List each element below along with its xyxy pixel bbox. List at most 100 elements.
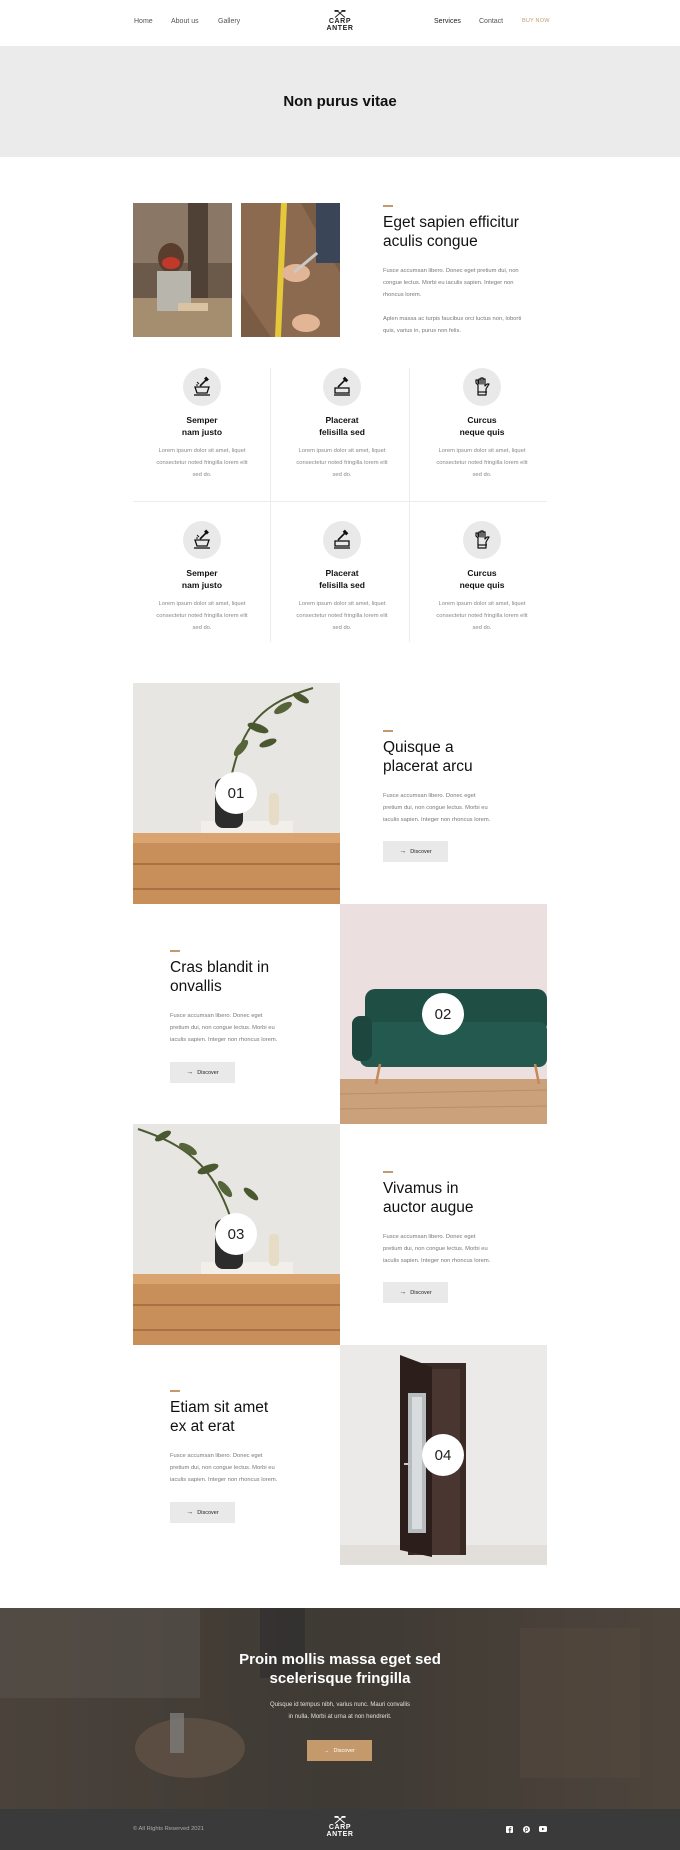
feature-card: Curcus neque quis Lorem ipsum dolor sit am…: [408, 521, 556, 634]
cta-text-line: in nulla. Morbi at urna at non hendrerit…: [288, 1714, 392, 1720]
mortar-pestle-icon: [183, 521, 221, 559]
measuring-photo: [241, 203, 340, 337]
cta-title-line: scelerisque fringilla: [269, 1670, 411, 1687]
nav-about-link[interactable]: About us: [171, 18, 199, 25]
item-title-line: Quisque a: [383, 739, 454, 756]
facebook-icon[interactable]: [505, 1825, 513, 1833]
crossed-hammers-icon: [334, 10, 346, 18]
feature-title-line: Semper: [186, 568, 218, 578]
feature-description-line: Lorem ipsum dolor sit amet, liquet: [158, 448, 246, 454]
feature-description-line: consectetur noted fringilla lorem elit: [156, 460, 248, 466]
feature-description-line: consectetur noted fringilla lorem elit: [436, 460, 528, 466]
cta-discover-button[interactable]: → Discover: [307, 1740, 372, 1761]
arrow-right-icon: →: [324, 1747, 330, 1754]
footer-logo-line: CARP: [328, 1824, 352, 1831]
discover-button-label: Discover: [197, 1509, 219, 1516]
footer-logo[interactable]: CARP ANTER: [320, 1816, 360, 1838]
item-text-line: Fusce accumsan libero. Donec eget: [170, 1453, 263, 1459]
youtube-icon[interactable]: [539, 1825, 547, 1833]
feature-description-line: sed do.: [192, 472, 212, 478]
glove-icon: [463, 368, 501, 406]
intro-title: Eget sapien efficitur aculis congue: [383, 213, 519, 251]
plane-tool-icon: [323, 368, 361, 406]
feature-title: Semper nam justo: [128, 567, 276, 591]
copyright-text: © All Rights Reserved 2021: [133, 1826, 204, 1832]
feature-description-line: sed do.: [472, 625, 492, 631]
feature-title-line: Semper: [186, 415, 218, 425]
feature-title-line: felisilla sed: [319, 427, 365, 437]
discover-button-label: Discover: [410, 1289, 432, 1296]
discover-button[interactable]: → Discover: [383, 841, 448, 862]
discover-button-label: Discover: [197, 1069, 219, 1076]
feature-description-line: sed do.: [472, 472, 492, 478]
intro-accent-line: [383, 205, 393, 207]
nav-contact-link[interactable]: Contact: [479, 18, 503, 25]
item-text-line: Fusce accumsan libero. Donec eget: [383, 1234, 476, 1240]
item-title-line: Vivamus in: [383, 1180, 459, 1197]
feature-title-line: Placerat: [325, 568, 359, 578]
discover-button[interactable]: → Discover: [170, 1502, 235, 1523]
feature-title: Curcus neque quis: [408, 414, 556, 438]
nav-services-link[interactable]: Services: [434, 18, 461, 25]
top-navigation: Home About us Gallery CARP ANTER Service…: [0, 0, 680, 46]
feature-description-line: Lorem ipsum dolor sit amet, liquet: [158, 601, 246, 607]
item-text: Fusce accumsan libero. Donec eget pretiu…: [170, 1450, 277, 1486]
item-title-line: onvallis: [170, 978, 222, 995]
item-text-line: Fusce accumsan libero. Donec eget: [170, 1013, 263, 1019]
intro-paragraph-1-line: congue lectus. Morbi eu iaculis sapien. …: [383, 280, 514, 286]
discover-button[interactable]: → Discover: [383, 1282, 448, 1303]
pinterest-icon[interactable]: [522, 1825, 530, 1833]
intro-paragraph-1-line: rhoncus lorem.: [383, 292, 422, 298]
plane-tool-icon: [323, 521, 361, 559]
cta-button-label: Discover: [333, 1747, 355, 1754]
intro-paragraph-1: Fusce accumsan libero. Donec eget pretiu…: [383, 265, 519, 301]
item-text-line: pretium dui, non congue lectus. Morbi eu: [383, 1246, 488, 1252]
item-accent-line: [383, 730, 393, 732]
item-title-line: Etiam sit amet: [170, 1399, 269, 1416]
feature-description: Lorem ipsum dolor sit amet, liquet consec…: [408, 445, 556, 481]
glove-icon: [463, 521, 501, 559]
item-title-line: auctor augue: [383, 1199, 474, 1216]
cta-text: Quisque id tempus nibh, varius nunc. Mau…: [0, 1699, 680, 1723]
footer-logo-line: ANTER: [326, 1831, 354, 1838]
buy-now-link[interactable]: BUY NOW: [522, 18, 550, 24]
feature-description-line: Lorem ipsum dolor sit amet, liquet: [298, 601, 386, 607]
feature-title: Placerat felisilla sed: [268, 567, 416, 591]
item-text-line: Fusce accumsan libero. Donec eget: [383, 793, 476, 799]
feature-description-line: consectetur noted fringilla lorem elit: [156, 613, 248, 619]
cta-title: Proin mollis massa eget sed scelerisque …: [0, 1650, 680, 1688]
nav-gallery-link[interactable]: Gallery: [218, 18, 240, 25]
item-title-line: Cras blandit in: [170, 959, 270, 976]
feature-title-line: nam justo: [181, 427, 223, 437]
feature-description-line: sed do.: [192, 625, 212, 631]
item-number-badge: 03: [215, 1213, 257, 1255]
item-text-line: pretium dui, non congue lectus. Morbi eu: [383, 805, 488, 811]
feature-description-line: Lorem ipsum dolor sit amet, liquet: [298, 448, 386, 454]
intro-paragraph-1-line: Fusce accumsan libero. Donec eget pretiu…: [383, 268, 519, 274]
nav-home-link[interactable]: Home: [134, 18, 153, 25]
arrow-right-icon: →: [399, 848, 407, 855]
call-to-action-banner: Proin mollis massa eget sed scelerisque …: [0, 1608, 680, 1809]
feature-description-line: sed do.: [332, 472, 352, 478]
site-logo[interactable]: CARP ANTER: [320, 10, 360, 32]
item-accent-line: [170, 1390, 180, 1392]
feature-card: Semper nam justo Lorem ipsum dolor sit ame…: [128, 521, 276, 634]
feature-description: Lorem ipsum dolor sit amet, liquet consec…: [128, 598, 276, 634]
feature-description: Lorem ipsum dolor sit amet, liquet consec…: [268, 598, 416, 634]
feature-card: Semper nam justo Lorem ipsum dolor sit ame…: [128, 368, 276, 481]
item-title: Vivamus in auctor augue: [383, 1179, 474, 1217]
feature-description-line: Lorem ipsum dolor sit amet, liquet: [438, 601, 526, 607]
item-accent-line: [383, 1171, 393, 1173]
feature-description-line: Lorem ipsum dolor sit amet, liquet: [438, 448, 526, 454]
feature-card: Placerat felisilla sed Lorem ipsum dolor s…: [268, 521, 416, 634]
feature-description-line: consectetur noted fringilla lorem elit: [436, 613, 528, 619]
feature-title-line: neque quis: [459, 427, 505, 437]
page-hero: Non purus vitae: [0, 46, 680, 157]
feature-title-line: neque quis: [459, 580, 505, 590]
feature-title-line: felisilla sed: [319, 580, 365, 590]
cta-title-line: Proin mollis massa eget sed: [239, 1651, 441, 1668]
grid-divider: [133, 501, 547, 502]
feature-title-line: nam justo: [181, 580, 223, 590]
discover-button[interactable]: → Discover: [170, 1062, 235, 1083]
feature-description: Lorem ipsum dolor sit amet, liquet consec…: [268, 445, 416, 481]
